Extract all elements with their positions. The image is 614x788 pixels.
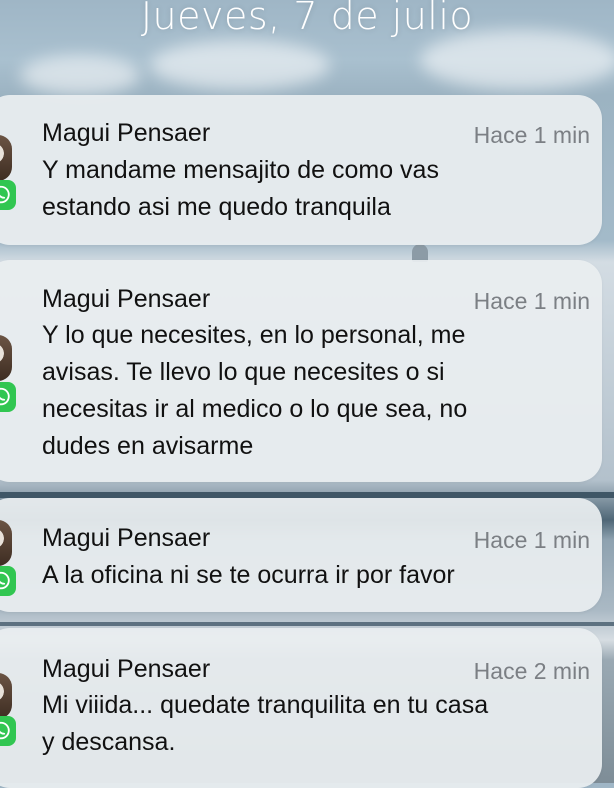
notification-time: Hace 1 min bbox=[473, 288, 590, 314]
whatsapp-icon bbox=[0, 180, 16, 210]
wallpaper-cloud bbox=[20, 55, 140, 95]
notification-time: Hace 1 min bbox=[473, 122, 590, 148]
notification-message: A la oficina ni se te ocurra ir por favo… bbox=[42, 561, 455, 589]
notification-card[interactable]: Magui Pensaer Hace 1 min Y lo que necesi… bbox=[0, 260, 602, 482]
notification-card[interactable]: Magui Pensaer Hace 1 min A la oficina ni… bbox=[0, 498, 602, 612]
lockscreen-date: Jueves, 7 de julio bbox=[140, 0, 474, 38]
whatsapp-icon bbox=[0, 716, 16, 746]
avatar bbox=[0, 335, 12, 381]
notification-message: Y lo que necesites, en lo personal, me a… bbox=[42, 321, 468, 460]
notification-sender: Magui Pensaer bbox=[42, 655, 211, 683]
avatar bbox=[0, 520, 12, 566]
notification-card[interactable]: Magui Pensaer Hace 2 min Mi viiida... qu… bbox=[0, 628, 602, 788]
notification-sender: Magui Pensaer bbox=[42, 119, 211, 147]
notification-card[interactable]: Magui Pensaer Hace 1 min Y mandame mensa… bbox=[0, 95, 602, 245]
avatar bbox=[0, 135, 12, 181]
notification-sender: Magui Pensaer bbox=[42, 524, 211, 552]
wallpaper-cloud bbox=[150, 40, 330, 90]
notification-time: Hace 1 min bbox=[473, 527, 590, 553]
notification-message: Mi viiida... quedate tranquilita en tu c… bbox=[42, 691, 489, 756]
notification-sender: Magui Pensaer bbox=[42, 285, 211, 313]
whatsapp-icon bbox=[0, 566, 16, 596]
avatar bbox=[0, 673, 12, 719]
wallpaper-shore bbox=[0, 622, 614, 626]
notification-time: Hace 2 min bbox=[473, 658, 590, 684]
whatsapp-icon bbox=[0, 382, 16, 412]
notification-message: Y mandame mensajito de como vas estando … bbox=[42, 156, 439, 221]
wallpaper-cloud bbox=[420, 30, 614, 90]
